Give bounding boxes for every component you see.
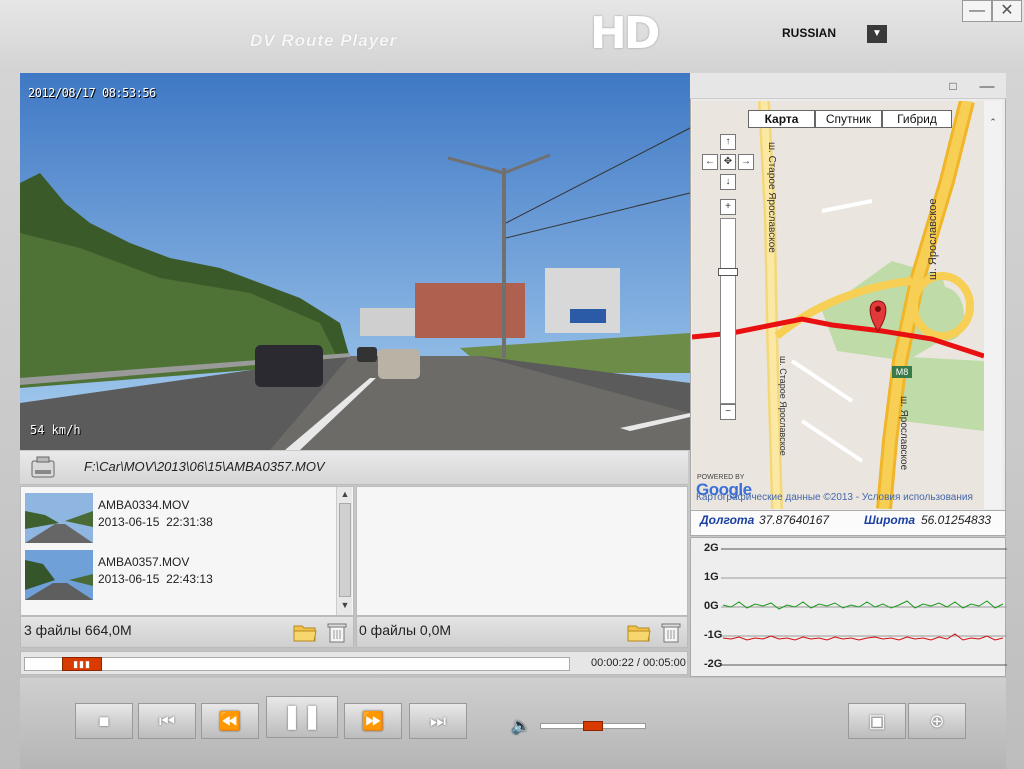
rewind-icon: ⏪ [218,711,242,731]
close-icon[interactable]: ✕ [992,0,1022,22]
file-date: 2013-06-15 22:43:13 [98,572,213,586]
file-summary-left: 3 файлы 664,0M [20,616,354,648]
video-scene [20,73,690,450]
snapshot-button[interactable]: ▣ [848,703,906,739]
file-list-secondary[interactable] [356,486,688,616]
pan-down-icon[interactable]: ↓ [720,174,736,190]
video-timestamp: 2012/08/17 08:53:56 [28,86,156,100]
tab-satellite[interactable]: Спутник [815,110,882,128]
rewind-button[interactable]: ⏪ [201,703,259,739]
fast-forward-icon: ⏩ [361,711,385,731]
pan-left-icon[interactable]: ← [702,154,718,170]
trash-icon[interactable] [325,620,349,644]
street-label: ш. Старое Ярославское [778,356,788,456]
time-display: 00:00:22 / 00:05:00 [591,657,686,669]
scroll-down-icon[interactable]: ▼ [337,600,353,614]
zoom-out-map-icon[interactable]: − [720,404,736,420]
list-scrollbar[interactable]: ▲ ▼ [336,487,352,615]
scroll-up-icon[interactable]: ▲ [337,489,353,503]
video-speed: 54 km/h [30,423,81,437]
maximize-icon[interactable]: □ [938,77,968,97]
g-axis-label: 2G [704,542,719,554]
video-thumbnail [25,493,93,543]
folder-icon[interactable] [627,620,651,644]
list-item[interactable]: AMBA0334.MOV 2013-06-15 22:31:38 [25,491,335,545]
drive-icon[interactable] [30,455,56,481]
file-date: 2013-06-15 22:31:38 [98,515,213,529]
file-path-text: F:\Car\MOV\2013\06\15\AMBA0357.MOV [84,459,325,474]
latitude-label: Широта [864,513,916,527]
pan-right-icon[interactable]: → [738,154,754,170]
g-axis-label: 0G [704,600,719,612]
double-chevron-down-icon[interactable]: ▼ [867,25,887,43]
folder-icon[interactable] [293,620,317,644]
stop-button[interactable]: ■ [75,703,133,739]
previous-button[interactable]: ⏮ [138,703,196,739]
app-title: DV Route Player [250,31,398,50]
street-label: ш. Ярославское [927,198,939,280]
list-item[interactable]: AMBA0357.MOV 2013-06-15 22:43:13 [25,548,335,602]
pan-center-icon[interactable]: ✥ [720,154,736,170]
skip-next-icon: ⏭ [429,711,447,731]
pause-icon: ❚❚ [281,703,323,730]
g-axis-label: -2G [704,658,723,670]
close-icon[interactable]: — [972,77,1002,97]
gsensor-graph [690,537,1007,677]
file-name: AMBA0334.MOV [98,498,190,512]
g-axis-label: -1G [704,629,723,641]
file-list[interactable]: AMBA0334.MOV 2013-06-15 22:31:38 AMBA035… [20,486,354,616]
tab-map[interactable]: Карта [748,110,815,128]
file-count-text: 0 файлы 0,0M [359,622,452,638]
map-zoom-knob[interactable] [718,268,738,276]
file-name: AMBA0357.MOV [98,555,190,569]
stop-icon: ■ [98,711,110,731]
tab-hybrid[interactable]: Гибрид [882,110,952,128]
language-label[interactable]: RUSSIAN [782,26,836,40]
hd-logo: HD [590,8,660,59]
chevron-up-icon[interactable]: ⌃ [985,117,1001,131]
g-axis-label: 1G [704,571,719,583]
pause-button[interactable]: ❚❚ [266,696,338,738]
forward-button[interactable]: ⏩ [344,703,402,739]
map-zoom-track[interactable] [720,218,736,404]
longitude-value: 37.87640167 [759,513,830,527]
zoom-in-icon: ⊕ [929,711,945,731]
file-summary-right: 0 файлы 0,0M [356,616,688,648]
map-scrollbar[interactable]: ⌃ [984,101,1002,509]
map-copyright[interactable]: Картографические данные ©2013 - Условия … [696,492,973,503]
next-button[interactable]: ⏭ [409,703,467,739]
zoom-button[interactable]: ⊕ [908,703,966,739]
progress-track[interactable] [24,657,570,671]
street-label: ш. Старое Ярославское [766,142,777,253]
pan-up-icon[interactable]: ↑ [720,134,736,150]
street-label: ш. Ярославское [898,396,909,471]
latitude-value: 56.01254833 [921,513,992,527]
scroll-thumb[interactable] [339,503,351,597]
video-thumbnail [25,550,93,600]
file-count-text: 3 файлы 664,0M [24,622,132,638]
volume-icon[interactable]: 🔈 [511,716,535,736]
trash-icon[interactable] [659,620,683,644]
skip-previous-icon: ⏮ [158,711,176,731]
minimize-icon[interactable]: — [962,0,992,22]
video-frame[interactable] [20,73,690,450]
longitude-label: Долгота [700,513,755,527]
progress-thumb[interactable]: ▮▮▮ [62,657,102,671]
camera-icon: ▣ [868,711,886,731]
zoom-in-map-icon[interactable]: + [720,199,736,215]
route-badge: M8 [892,366,912,378]
volume-knob[interactable] [583,721,603,731]
